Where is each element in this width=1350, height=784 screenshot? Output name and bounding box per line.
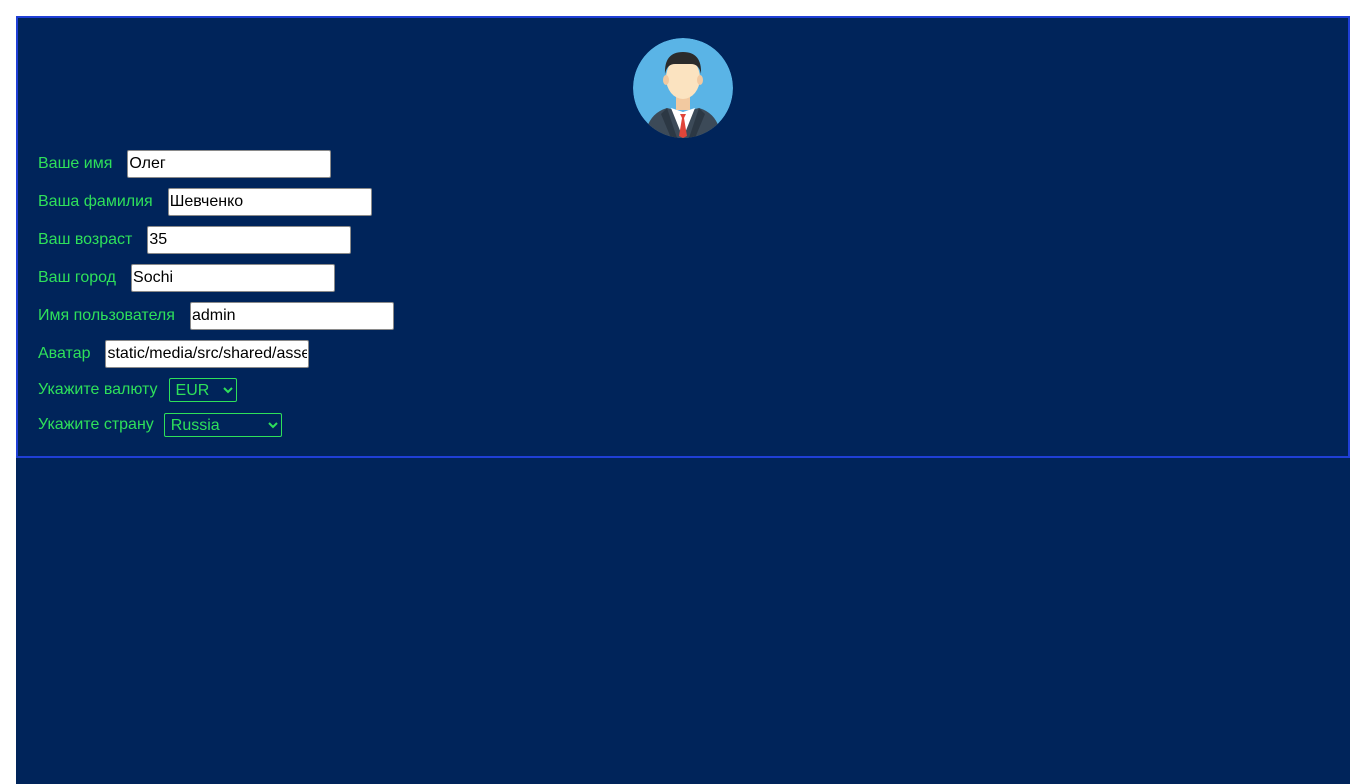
username-field[interactable]	[189, 302, 394, 330]
avatar-path-field[interactable]	[105, 340, 310, 368]
city-row: Ваш город	[38, 264, 336, 292]
last-name-label: Ваша фамилия	[38, 193, 153, 210]
username-row: Имя пользователя	[38, 302, 394, 330]
last-name-row: Ваша фамилия	[38, 188, 372, 216]
avatar-path-row: Аватар	[38, 340, 310, 368]
city-label: Ваш город	[38, 269, 117, 286]
age-row: Ваш возраст	[38, 226, 352, 254]
avatar	[633, 38, 733, 138]
currency-label: Укажите валюту	[38, 381, 158, 398]
profile-card: Ваше имя Ваша фамилия Ваш возраст Ваш го…	[16, 16, 1350, 458]
avatar-path-label: Аватар	[38, 345, 91, 362]
country-row: Укажите страну Russia	[38, 413, 282, 437]
country-select[interactable]: Russia	[163, 413, 282, 437]
currency-row: Укажите валюту EUR	[38, 378, 237, 402]
currency-select[interactable]: EUR	[168, 378, 237, 402]
age-field[interactable]	[147, 226, 352, 254]
country-label: Укажите страну	[38, 416, 154, 433]
last-name-field[interactable]	[167, 188, 372, 216]
age-label: Ваш возраст	[38, 231, 133, 248]
city-field[interactable]	[131, 264, 336, 292]
first-name-field[interactable]	[127, 150, 332, 178]
first-name-row: Ваше имя	[38, 150, 332, 178]
user-avatar-icon	[633, 38, 733, 138]
first-name-label: Ваше имя	[38, 155, 113, 172]
username-label: Имя пользователя	[38, 307, 175, 324]
